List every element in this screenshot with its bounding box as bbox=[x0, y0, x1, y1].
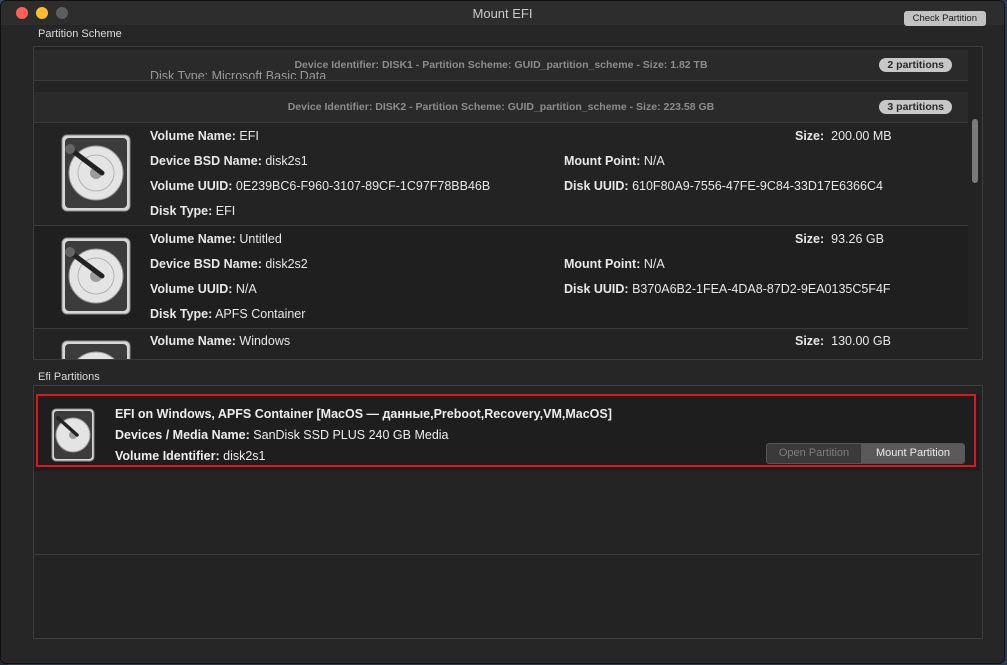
partition-scheme-label: Partition Scheme bbox=[38, 28, 122, 40]
disk-type-field: Disk Type: APFS Container bbox=[150, 307, 306, 321]
bsd-name-field: Device BSD Name: disk2s1 bbox=[150, 154, 308, 168]
bsd-name-field: Device BSD Name: disk2s2 bbox=[150, 257, 308, 271]
disk2-partitions-badge: 3 partitions bbox=[879, 100, 952, 114]
empty-list-row bbox=[34, 471, 980, 555]
size-field: Size: 93.26 GB bbox=[795, 232, 884, 246]
size-field: Size: 130.00 GB bbox=[795, 334, 891, 348]
volume-uuid-field: Volume UUID: N/A bbox=[150, 282, 257, 296]
disk2-header-text: Device Identifier: DISK2 - Partition Sch… bbox=[287, 101, 715, 113]
mount-efi-window: Mount EFI Check Partition Partition Sche… bbox=[0, 0, 1005, 664]
volume-identifier-field: Volume Identifier: disk2s1 bbox=[115, 449, 266, 463]
disk-type-field: Disk Type: EFI bbox=[150, 204, 236, 218]
partition-action-buttons: Open Partition Mount Partition bbox=[766, 443, 965, 464]
mount-partition-button[interactable]: Mount Partition bbox=[862, 444, 964, 463]
efi-item-title: EFI on Windows, APFS Container [MacOS — … bbox=[115, 407, 612, 421]
media-name-field: Devices / Media Name: SanDisk SSD PLUS 2… bbox=[115, 428, 449, 442]
volume-row-efi[interactable]: Volume Name: EFI Size: 200.00 MB Device … bbox=[34, 123, 968, 226]
efi-partitions-list[interactable]: EFI on Windows, APFS Container [MacOS — … bbox=[33, 385, 983, 639]
volume-name-field: Volume Name: Windows bbox=[150, 334, 291, 348]
disk-uuid-field: Disk UUID: 610F80A9-7556-47FE-9C84-33D17… bbox=[564, 179, 883, 193]
disk-uuid-field: Disk UUID: B370A6B2-1FEA-4DA8-87D2-9EA01… bbox=[564, 282, 891, 296]
vertical-scrollbar[interactable] bbox=[972, 119, 978, 183]
efi-partition-item[interactable]: EFI on Windows, APFS Container [MacOS — … bbox=[34, 394, 980, 471]
check-partition-button[interactable]: Check Partition bbox=[903, 11, 986, 26]
volume-name-field: Volume Name: EFI bbox=[150, 129, 259, 143]
hard-drive-icon bbox=[51, 408, 95, 462]
efi-partitions-label: Efi Partitions bbox=[38, 371, 100, 383]
title-bar[interactable]: Mount EFI bbox=[1, 1, 1004, 25]
volume-name-field: Volume Name: Untitled bbox=[150, 232, 282, 246]
window-title: Mount EFI bbox=[472, 6, 533, 21]
hard-drive-icon bbox=[61, 237, 131, 315]
volume-uuid-field: Volume UUID: 0E239BC6-F960-3107-89CF-1C9… bbox=[150, 179, 491, 193]
hard-drive-icon bbox=[61, 134, 131, 212]
disk2-group-header: Device Identifier: DISK2 - Partition Sch… bbox=[34, 92, 968, 123]
mount-point-field: Mount Point: N/A bbox=[564, 154, 665, 168]
volume-row-untitled[interactable]: Volume Name: Untitled Size: 93.26 GB Dev… bbox=[34, 226, 968, 329]
open-partition-button[interactable]: Open Partition bbox=[767, 444, 862, 463]
size-field: Size: 200.00 MB bbox=[795, 129, 892, 143]
partition-scheme-list[interactable]: Device Identifier: DISK1 - Partition Sch… bbox=[33, 46, 983, 360]
hard-drive-icon bbox=[61, 340, 131, 359]
disk1-partitions-badge: 2 partitions bbox=[879, 58, 952, 72]
mount-point-field: Mount Point: N/A bbox=[564, 257, 665, 271]
volume-row-windows[interactable]: Volume Name: Windows Size: 130.00 GB bbox=[34, 329, 968, 359]
